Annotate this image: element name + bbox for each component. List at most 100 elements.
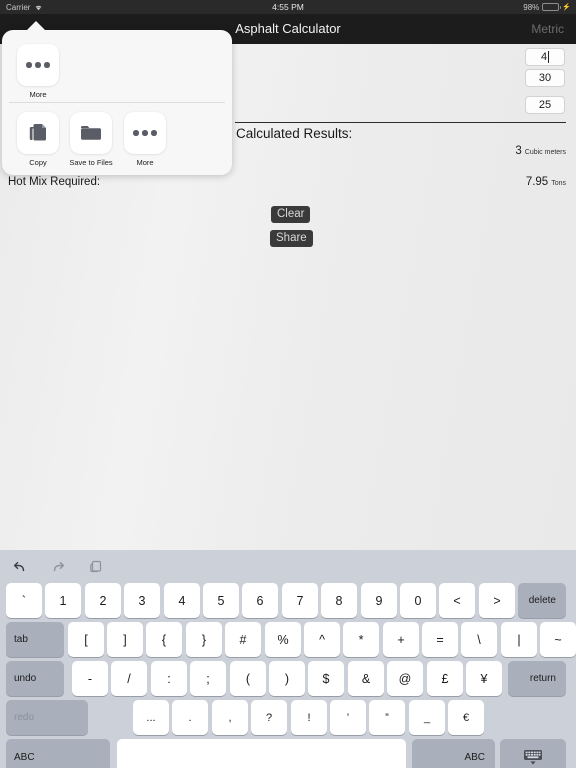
key-redo[interactable]: redo	[6, 700, 88, 735]
key-bracket-right[interactable]: ]	[107, 622, 143, 657]
key-hash[interactable]: #	[225, 622, 261, 657]
status-bar-right: 98% ⚡	[523, 3, 571, 12]
key-4[interactable]: 4	[164, 583, 200, 618]
depth-field-value: 25	[538, 99, 552, 111]
key-minus[interactable]: -	[72, 661, 108, 696]
copy-icon	[17, 112, 59, 154]
key-slash[interactable]: /	[111, 661, 147, 696]
popover-arrow	[26, 21, 46, 31]
metric-toggle-button[interactable]: Metric	[531, 22, 564, 36]
share-action-save-to-files[interactable]: Save to Files	[69, 112, 113, 167]
key-tab[interactable]: tab	[6, 622, 64, 657]
clear-button[interactable]: Clear	[271, 206, 311, 223]
result-hotmix-unit: Tons	[551, 180, 566, 187]
key-underscore[interactable]: _	[409, 700, 445, 735]
key-paren-left[interactable]: (	[230, 661, 266, 696]
key-backtick[interactable]: `	[6, 583, 42, 618]
width-field-value: 30	[538, 72, 552, 84]
key-less-than[interactable]: <	[439, 583, 475, 618]
undo-icon[interactable]	[12, 557, 28, 575]
key-1[interactable]: 1	[45, 583, 81, 618]
share-item-label: Save to Files	[69, 158, 113, 167]
text-caret	[548, 51, 550, 63]
result-volume-value: 3	[515, 145, 522, 157]
key-colon[interactable]: :	[151, 661, 187, 696]
key-6[interactable]: 6	[242, 583, 278, 618]
key-undo[interactable]: undo	[6, 661, 64, 696]
key-space[interactable]	[117, 739, 406, 768]
keyboard-toolbar	[0, 550, 576, 582]
key-yen[interactable]: ¥	[466, 661, 502, 696]
status-bar-clock: 4:55 PM	[272, 2, 304, 12]
key-paren-right[interactable]: )	[269, 661, 305, 696]
section-divider	[235, 122, 566, 123]
share-action-more[interactable]: More	[123, 112, 167, 167]
folder-icon	[70, 112, 112, 154]
key-period[interactable]: .	[172, 700, 208, 735]
key-asterisk[interactable]: *	[343, 622, 379, 657]
result-volume-row: 3 Cubic meters	[515, 145, 566, 157]
key-question[interactable]: ?	[251, 700, 287, 735]
key-abc-left[interactable]: ABC	[6, 739, 110, 768]
share-item-more-top[interactable]: More	[16, 44, 60, 99]
popover-divider	[9, 102, 225, 103]
key-plus[interactable]: +	[383, 622, 419, 657]
key-exclamation[interactable]: !	[291, 700, 327, 735]
key-quote[interactable]: ”	[369, 700, 405, 735]
result-hotmix-row: 7.95 Tons	[526, 176, 566, 188]
result-hotmix-value: 7.95	[525, 176, 549, 188]
on-screen-keyboard: ` 1 2 3 4 5 6 7 8 9 0 < > delete tab[]{} #% ^ * + = \ | ~ undo -…	[0, 550, 576, 768]
depth-field[interactable]: 25	[525, 96, 565, 114]
key-5[interactable]: 5	[203, 583, 239, 618]
key-delete[interactable]: delete	[518, 583, 566, 618]
share-item-label: More	[29, 90, 47, 99]
key-backslash[interactable]: \	[461, 622, 497, 657]
key-pipe[interactable]: |	[501, 622, 537, 657]
key-3[interactable]: 3	[124, 583, 160, 618]
hide-keyboard-icon[interactable]	[500, 739, 566, 768]
key-pound[interactable]: £	[427, 661, 463, 696]
key-return[interactable]: return	[508, 661, 566, 696]
key-apostrophe[interactable]: ’	[330, 700, 366, 735]
share-item-label: Copy	[29, 158, 47, 167]
key-2[interactable]: 2	[85, 583, 121, 618]
key-semicolon[interactable]: ;	[190, 661, 226, 696]
width-field[interactable]: 30	[525, 69, 565, 87]
hot-mix-label: Hot Mix Required:	[8, 176, 101, 188]
results-heading: Calculated Results:	[236, 126, 353, 141]
key-caret[interactable]: ^	[304, 622, 340, 657]
key-greater-than[interactable]: >	[479, 583, 515, 618]
share-button[interactable]: Share	[270, 230, 313, 247]
key-7[interactable]: 7	[282, 583, 318, 618]
key-abc-right[interactable]: ABC	[412, 739, 495, 768]
lightning-bolt-icon: ⚡	[562, 4, 571, 11]
key-bracket-left[interactable]: [	[68, 622, 104, 657]
result-volume-unit: Cubic meters	[524, 149, 566, 156]
key-comma[interactable]: ,	[212, 700, 248, 735]
length-field[interactable]: 4	[525, 48, 565, 66]
share-item-label: More	[136, 158, 154, 167]
paste-icon[interactable]	[88, 557, 104, 575]
battery-icon	[542, 3, 562, 11]
key-percent[interactable]: %	[265, 622, 301, 657]
key-euro[interactable]: €	[448, 700, 484, 735]
share-action-copy[interactable]: Copy	[16, 112, 60, 167]
key-8[interactable]: 8	[321, 583, 357, 618]
ellipsis-icon	[17, 44, 59, 86]
key-ellipsis[interactable]: ...	[133, 700, 169, 735]
share-sheet-popover: More Copy Save to Files More	[2, 21, 232, 175]
key-tilde[interactable]: ~	[540, 622, 576, 657]
app-screen: Carrier 4:55 PM 98% ⚡ Asphalt Calculator…	[0, 0, 576, 768]
battery-percent-label: 98%	[523, 2, 540, 12]
key-0[interactable]: 0	[400, 583, 436, 618]
redo-icon[interactable]	[50, 557, 66, 575]
status-bar: Carrier 4:55 PM 98% ⚡	[0, 0, 576, 14]
key-ampersand[interactable]: &	[348, 661, 384, 696]
key-equals[interactable]: =	[422, 622, 458, 657]
key-dollar[interactable]: $	[308, 661, 344, 696]
key-brace-right[interactable]: }	[186, 622, 222, 657]
key-at[interactable]: @	[387, 661, 423, 696]
key-9[interactable]: 9	[361, 583, 397, 618]
ellipsis-icon	[124, 112, 166, 154]
key-brace-left[interactable]: {	[146, 622, 182, 657]
